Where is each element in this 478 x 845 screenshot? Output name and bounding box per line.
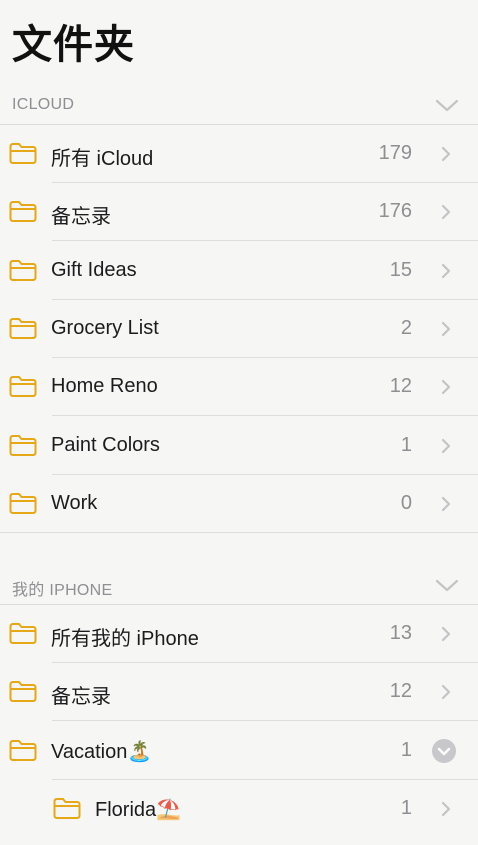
folder-row[interactable]: Grocery List 2 [0, 300, 478, 358]
note-count: 176 [378, 200, 412, 223]
section-label: ICLOUD [12, 96, 75, 113]
folder-row[interactable]: Home Reno 12 [0, 358, 478, 417]
chevron-right-icon [440, 145, 452, 163]
note-count: 1 [400, 433, 412, 456]
folder-icon [8, 738, 38, 762]
folder-icon [8, 374, 38, 398]
chevron-right-icon [440, 495, 452, 513]
folder-name: Paint Colors [51, 433, 160, 456]
row-separator [0, 531, 478, 533]
note-count: 12 [389, 680, 412, 703]
folder-name: Gift Ideas [51, 258, 137, 281]
folder-icon [8, 491, 38, 515]
folder-name: Home Reno [51, 375, 158, 398]
folder-name: Work [51, 491, 98, 514]
folder-row[interactable]: 所有我的 iPhone 13 [0, 605, 478, 663]
section-header-iphone[interactable]: 我的 IPHONE [0, 564, 478, 608]
note-count: 1 [400, 796, 412, 819]
folder-icon [8, 199, 38, 223]
folder-icon [52, 796, 82, 820]
chevron-right-icon [440, 320, 452, 338]
folder-icon [8, 316, 38, 340]
note-count: 13 [389, 622, 412, 644]
folder-row[interactable]: Paint Colors 1 [0, 417, 478, 475]
folder-name: Grocery List [51, 316, 159, 339]
chevron-right-icon [440, 683, 452, 701]
folder-row[interactable]: 备忘录 176 [0, 183, 478, 242]
folder-icon [8, 621, 38, 645]
folder-icon [8, 258, 38, 282]
folder-name: 备忘录 [51, 686, 111, 709]
chevron-down-icon[interactable] [434, 97, 460, 113]
folder-name: 所有我的 iPhone [51, 628, 199, 650]
chevron-right-icon [440, 437, 452, 455]
chevron-down-circle-icon[interactable] [432, 738, 456, 763]
folder-name: 备忘录 [51, 206, 111, 229]
chevron-right-icon [440, 262, 452, 280]
folder-row[interactable]: Work 0 [0, 475, 478, 533]
chevron-right-icon [440, 203, 452, 221]
folder-row[interactable]: Vacation🏝️ 1 [0, 722, 478, 780]
folder-row[interactable]: 备忘录 12 [0, 663, 478, 722]
folder-icon [8, 141, 38, 165]
folder-row[interactable]: Florida⛱️ 1 [0, 780, 478, 838]
folder-name: Vacation🏝️ [51, 740, 153, 763]
note-count: 0 [400, 491, 412, 514]
folder-icon [8, 679, 38, 703]
note-count: 1 [400, 738, 412, 761]
note-count: 2 [400, 316, 412, 339]
chevron-right-icon [440, 378, 452, 396]
folder-row[interactable]: Gift Ideas 15 [0, 242, 478, 300]
note-count: 15 [389, 258, 412, 281]
chevron-right-icon [440, 800, 452, 818]
folder-row[interactable]: 所有 iCloud 179 [0, 125, 478, 183]
note-count: 179 [378, 142, 412, 164]
folder-icon [8, 433, 38, 457]
chevron-right-icon [440, 625, 452, 643]
note-count: 12 [389, 375, 412, 398]
chevron-down-icon[interactable] [434, 577, 460, 593]
section-label: 我的 IPHONE [12, 582, 113, 599]
folder-name: 所有 iCloud [51, 148, 154, 170]
folder-name: Florida⛱️ [95, 798, 182, 821]
page-title: 文件夹 [12, 22, 135, 68]
section-header-icloud[interactable]: ICLOUD [0, 84, 478, 128]
